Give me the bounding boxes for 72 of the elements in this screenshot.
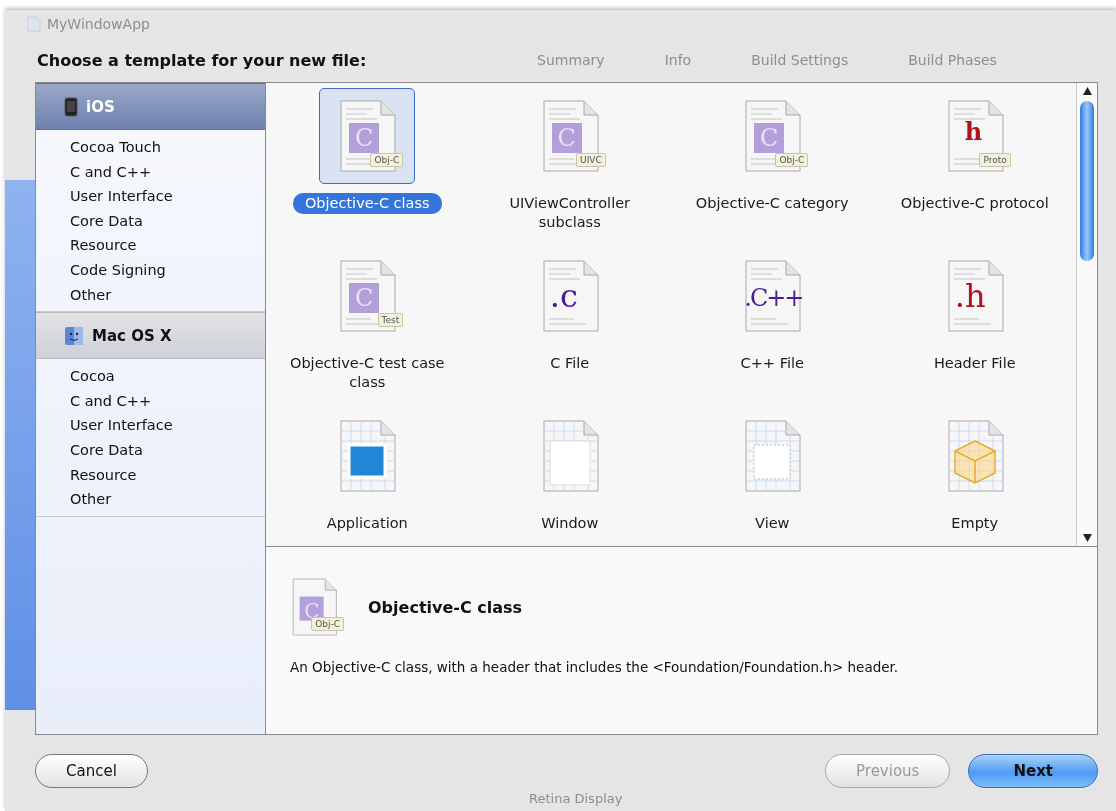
file-type-glyph: C (354, 123, 375, 153)
file-type-glyph: C (556, 123, 577, 153)
icon-tag: Proto (979, 153, 1011, 167)
document-icon (337, 99, 398, 173)
template-label[interactable]: Objective-C class (292, 193, 442, 214)
dialog-heading: Choose a template for your new file: (36, 50, 368, 70)
window-title: MyWindowApp (47, 16, 150, 32)
dialog-button[interactable]: Next (968, 754, 1098, 788)
file-type-glyph: .c (549, 281, 578, 311)
document-icon (742, 99, 803, 173)
template-tile[interactable]: C UIVC (521, 88, 618, 184)
template-tile[interactable]: .h (926, 248, 1023, 344)
platform-header[interactable]: Mac OS X (36, 312, 265, 360)
background-tab-label: Info (664, 52, 692, 68)
file-type-glyph: .C++ (744, 283, 803, 313)
template-label[interactable]: Header File (921, 353, 1028, 374)
template-label[interactable]: Empty (939, 513, 1011, 534)
template-tile[interactable]: C Obj-C (319, 88, 416, 184)
scrollbar[interactable] (1076, 83, 1097, 546)
category-item[interactable]: Cocoa (36, 364, 265, 389)
category-item[interactable]: C and C++ (36, 159, 265, 185)
category-item[interactable]: C and C++ (36, 388, 265, 414)
icon-tag: Obj-C (311, 617, 344, 631)
template-tile[interactable]: .c (521, 248, 618, 344)
file-type-glyph: h (964, 117, 983, 147)
file-type-glyph: C (759, 123, 780, 153)
category-item[interactable]: Cocoa Touch (36, 135, 265, 160)
phone-icon (64, 96, 78, 117)
template-description: An Objective-C class, with a header that includes the <Foundation/Foundation.h> header. (290, 659, 900, 675)
background-tab-label: Build Settings (751, 52, 849, 68)
template-title: Objective-C class (368, 597, 523, 617)
template-tile[interactable]: h Proto (926, 88, 1023, 184)
scrollbar-thumb[interactable] (1080, 101, 1094, 261)
document-icon (337, 259, 398, 333)
template-label[interactable]: Objective-C protocol (888, 193, 1061, 214)
template-label[interactable]: UIViewController subclass (468, 193, 671, 233)
template-label[interactable]: Objective-C test case class (266, 353, 469, 393)
category-item[interactable]: Resource (36, 233, 265, 258)
up-arrow-icon (1082, 87, 1092, 95)
dialog-button[interactable]: Cancel (35, 754, 148, 788)
down-arrow-icon (1082, 534, 1092, 542)
document-icon (742, 419, 803, 493)
category-item[interactable]: Core Data (36, 437, 265, 463)
category-item[interactable]: User Interface (36, 184, 265, 209)
file-type-glyph: C (354, 283, 375, 313)
document-icon (27, 16, 41, 32)
template-label[interactable]: View (743, 513, 802, 534)
template-label[interactable]: C++ File (728, 353, 816, 374)
document-icon (742, 259, 803, 333)
category-item[interactable]: User Interface (36, 413, 265, 438)
file-type-glyph: .h (954, 281, 986, 311)
icon-tag: Test (377, 313, 404, 327)
background-tab-label: Build Phases (908, 52, 997, 68)
document-icon (337, 419, 398, 493)
category-item[interactable]: Core Data (36, 208, 265, 234)
icon-tag: Obj-C (370, 153, 404, 167)
background-tab-label: Summary (537, 52, 605, 68)
category-item[interactable]: Code Signing (36, 257, 265, 283)
face-logo-icon (64, 325, 84, 346)
template-label[interactable]: C File (538, 353, 602, 374)
template-tile[interactable]: C Obj-C (724, 88, 821, 184)
icon-tag: Obj-C (775, 153, 809, 167)
category-item[interactable]: Resource (36, 462, 265, 488)
template-label[interactable]: Window (529, 513, 611, 534)
template-tile[interactable]: C Test (319, 248, 416, 344)
template-label[interactable]: Application (314, 513, 420, 534)
icon-tag: UIVC (576, 153, 606, 167)
category-item[interactable]: Other (36, 282, 265, 308)
template-tile[interactable]: .C++ (724, 248, 821, 344)
background-caption: Retina Display (529, 791, 623, 806)
template-label[interactable]: Objective-C category (683, 193, 861, 214)
category-item[interactable]: Other (36, 487, 265, 512)
